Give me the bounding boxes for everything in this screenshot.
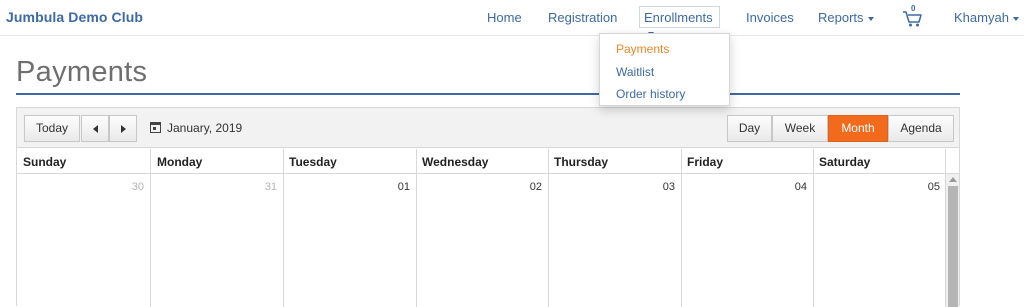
day-cell-number[interactable]: 03 [635, 181, 675, 193]
title-divider [16, 93, 960, 95]
dayname-friday: Friday [687, 155, 724, 169]
brand-logo-text[interactable]: Jumbula Demo Club [6, 9, 143, 25]
calendar-scrollbar[interactable] [945, 174, 959, 307]
nav-reports-label: Reports [818, 10, 864, 25]
chevron-right-icon [120, 124, 126, 133]
dayname-monday: Monday [157, 155, 203, 169]
column-divider [548, 149, 549, 307]
prev-button[interactable] [81, 115, 109, 142]
day-cell-number[interactable]: 02 [502, 181, 542, 193]
top-navbar: Jumbula Demo Club Home Registration Enro… [0, 0, 1024, 36]
nav-enrollments-dropdown-toggle[interactable]: Enrollments [639, 6, 720, 36]
column-divider [283, 149, 284, 307]
scroll-up-arrow-icon[interactable] [949, 177, 957, 182]
view-month-button[interactable]: Month [828, 115, 888, 142]
chevron-down-icon [867, 16, 874, 21]
menu-item-payments[interactable]: Payments [616, 42, 669, 56]
nav-home[interactable]: Home [487, 10, 522, 25]
view-week-button[interactable]: Week [772, 115, 828, 142]
dayname-sunday: Sunday [23, 155, 67, 169]
nav-reports-dropdown-toggle[interactable]: Reports [818, 10, 874, 25]
day-cell-number[interactable]: 01 [370, 181, 410, 193]
scrollbar-thumb[interactable] [948, 186, 958, 307]
cart-count-badge: 0 [911, 4, 916, 13]
column-divider [150, 149, 151, 307]
enrollments-dropdown-menu: Payments Waitlist Order history [599, 33, 730, 106]
day-cell-number[interactable]: 30 [104, 181, 144, 193]
column-divider [416, 149, 417, 307]
view-day-button[interactable]: Day [727, 115, 772, 142]
day-cell-number[interactable]: 31 [237, 181, 277, 193]
column-divider [681, 149, 682, 307]
column-divider [813, 149, 814, 307]
nav-user-dropdown-toggle[interactable]: Khamyah [954, 10, 1019, 25]
menu-item-waitlist[interactable]: Waitlist [616, 65, 654, 79]
user-name-label: Khamyah [954, 10, 1009, 25]
day-cell-number[interactable]: 05 [900, 181, 940, 193]
chevron-left-icon [92, 124, 98, 133]
page-title: Payments [16, 56, 148, 88]
calendar: Today January, 2019 Day Week Month Agend… [16, 107, 960, 307]
nav-enrollments-label: Enrollments [644, 10, 713, 25]
nav-invoices[interactable]: Invoices [746, 10, 794, 25]
current-period-label[interactable]: January, 2019 [167, 121, 242, 135]
header-scroll-filler [945, 149, 959, 174]
day-cell-number[interactable]: 04 [767, 181, 807, 193]
dayname-wednesday: Wednesday [422, 155, 489, 169]
chevron-down-icon [1012, 16, 1019, 21]
calendar-toolbar: Today January, 2019 Day Week Month Agend… [17, 108, 959, 148]
view-agenda-button[interactable]: Agenda [888, 115, 954, 142]
day-names-header: Sunday Monday Tuesday Wednesday Thursday… [17, 149, 945, 174]
next-button[interactable] [109, 115, 137, 142]
nav-registration[interactable]: Registration [548, 10, 617, 25]
today-button[interactable]: Today [24, 115, 80, 142]
dayname-tuesday: Tuesday [289, 155, 337, 169]
dayname-saturday: Saturday [819, 155, 871, 169]
dayname-thursday: Thursday [554, 155, 609, 169]
calendar-icon[interactable] [150, 122, 161, 133]
menu-item-order-history[interactable]: Order history [616, 87, 685, 101]
